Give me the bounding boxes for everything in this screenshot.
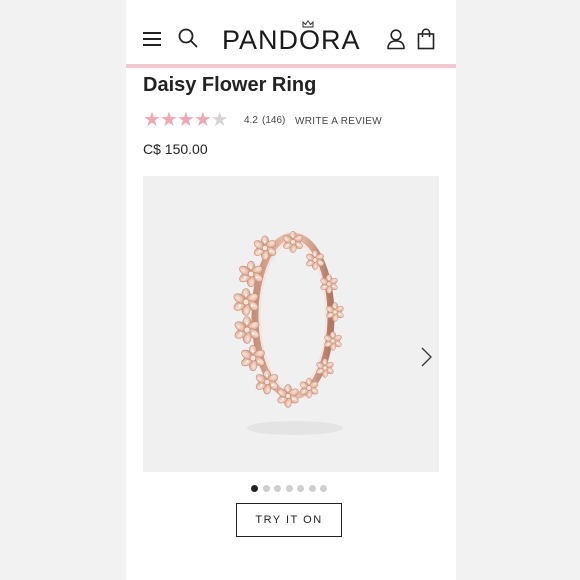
chevron-right-icon[interactable] [419, 346, 433, 368]
write-review-link[interactable]: WRITE A REVIEW [295, 116, 382, 127]
star-icon: ★ [176, 109, 195, 131]
gallery-pagination [251, 479, 332, 492]
product-image-gallery[interactable] [143, 176, 439, 472]
review-count[interactable]: (146) [262, 115, 285, 126]
site-header: PANDORA [126, 0, 456, 66]
pagination-dot[interactable] [320, 485, 327, 492]
product-page: PANDORA Daisy Flower Ring ★★★★★ 4.2 (146… [126, 0, 456, 580]
rating-value: 4.2 [244, 115, 258, 126]
product-image-rose-gold-daisy-ring [231, 230, 346, 435]
pandora-logo[interactable]: PANDORA [222, 20, 361, 56]
product-title: Daisy Flower Ring [143, 74, 317, 96]
search-icon[interactable] [178, 28, 198, 48]
star-icon: ★ [210, 109, 229, 131]
star-icon: ★ [193, 109, 212, 131]
pagination-dot[interactable] [285, 485, 293, 492]
star-rating[interactable]: ★★★★★ [143, 109, 229, 131]
menu-icon[interactable] [143, 32, 161, 46]
pagination-dot[interactable] [262, 485, 270, 492]
pagination-dot[interactable] [308, 485, 316, 492]
account-icon[interactable] [386, 28, 406, 50]
pagination-dot[interactable] [297, 485, 304, 492]
logo-text: PANDORA [222, 25, 361, 55]
bag-icon[interactable] [417, 28, 435, 50]
star-icon: ★ [159, 109, 178, 131]
try-it-on-button[interactable]: TRY IT ON [236, 503, 342, 537]
product-price: C$ 150.00 [143, 141, 208, 157]
header-accent-divider [126, 64, 456, 68]
pagination-dot[interactable] [274, 485, 281, 492]
star-icon: ★ [143, 109, 161, 131]
pagination-dot[interactable] [251, 485, 258, 492]
